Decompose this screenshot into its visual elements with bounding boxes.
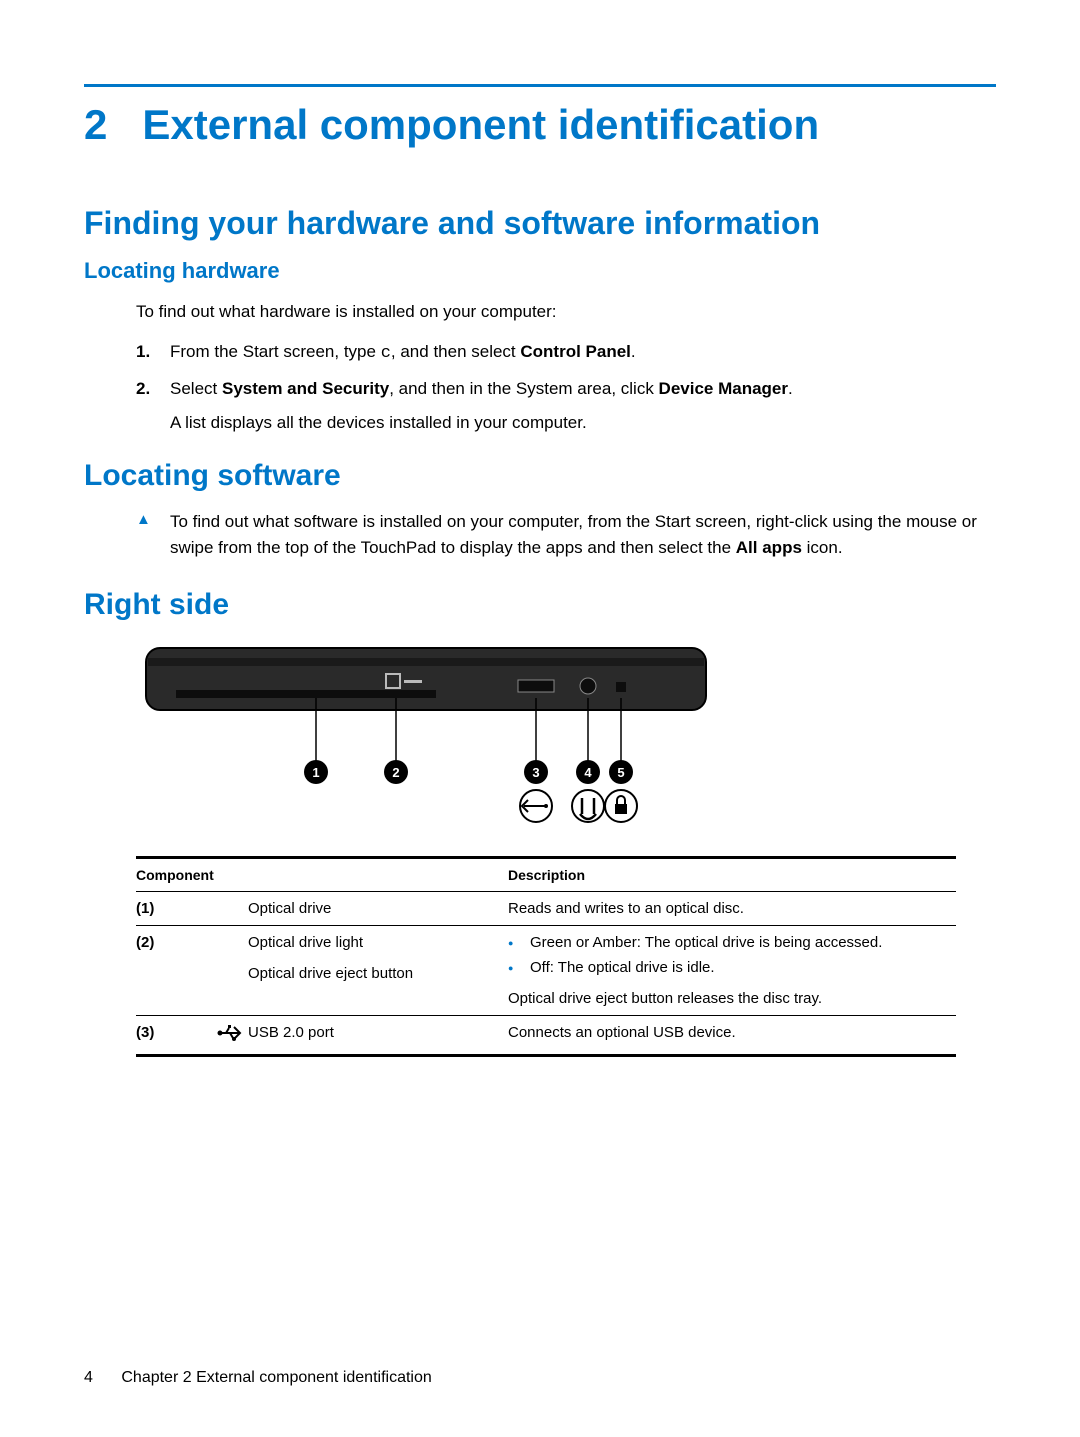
page-number: 4 xyxy=(84,1369,93,1386)
locating-software-note: ▲ To find out what software is installed… xyxy=(136,509,996,560)
callout-3: 3 xyxy=(524,760,548,784)
svg-text:4: 4 xyxy=(584,765,592,780)
laptop-right-side-svg: 1 2 3 4 5 xyxy=(136,638,736,838)
table-row: (3) USB 2.0 port Connects an optional US… xyxy=(136,1016,956,1056)
subsection-locating-hardware: Locating hardware xyxy=(84,258,996,284)
triangle-bullet-icon: ▲ xyxy=(136,509,170,560)
svg-text:5: 5 xyxy=(617,765,624,780)
callout-2: 2 xyxy=(384,760,408,784)
power-symbol-icon xyxy=(572,790,604,822)
locating-hardware-steps: 1. From the Start screen, type c, and th… xyxy=(136,339,996,436)
step-2: 2. Select System and Security, and then … xyxy=(136,376,996,435)
svg-text:1: 1 xyxy=(312,765,319,780)
step-1: 1. From the Start screen, type c, and th… xyxy=(136,339,996,367)
footer-text: Chapter 2 External component identificat… xyxy=(121,1369,431,1386)
section-right-side: Right side xyxy=(84,588,996,622)
usb-symbol-icon xyxy=(520,790,552,822)
callout-5: 5 xyxy=(609,760,633,784)
locating-hardware-intro: To find out what hardware is installed o… xyxy=(136,300,996,325)
th-component: Component xyxy=(136,858,508,892)
chapter-heading: 2 External component identification xyxy=(84,101,996,149)
lock-symbol-icon xyxy=(605,790,637,822)
usb-icon xyxy=(216,1016,248,1056)
callout-4: 4 xyxy=(576,760,600,784)
section-finding-info: Finding your hardware and software infor… xyxy=(84,205,996,242)
chapter-title: External component identification xyxy=(142,101,819,148)
chapter-rule xyxy=(84,84,996,87)
table-row: (1) Optical drive Reads and writes to an… xyxy=(136,892,956,926)
callout-1: 1 xyxy=(304,760,328,784)
svg-text:2: 2 xyxy=(392,765,399,780)
th-description: Description xyxy=(508,858,956,892)
svg-text:3: 3 xyxy=(532,765,539,780)
right-side-component-table: Component Description (1) Optical drive … xyxy=(136,856,956,1057)
table-row: (2) Optical drive light Optical drive ej… xyxy=(136,926,956,1016)
right-side-illustration: 1 2 3 4 5 xyxy=(136,638,996,838)
chapter-number: 2 xyxy=(84,101,107,148)
section-locating-software: Locating software xyxy=(84,459,996,493)
page-footer: 4 Chapter 2 External component identific… xyxy=(84,1369,432,1387)
